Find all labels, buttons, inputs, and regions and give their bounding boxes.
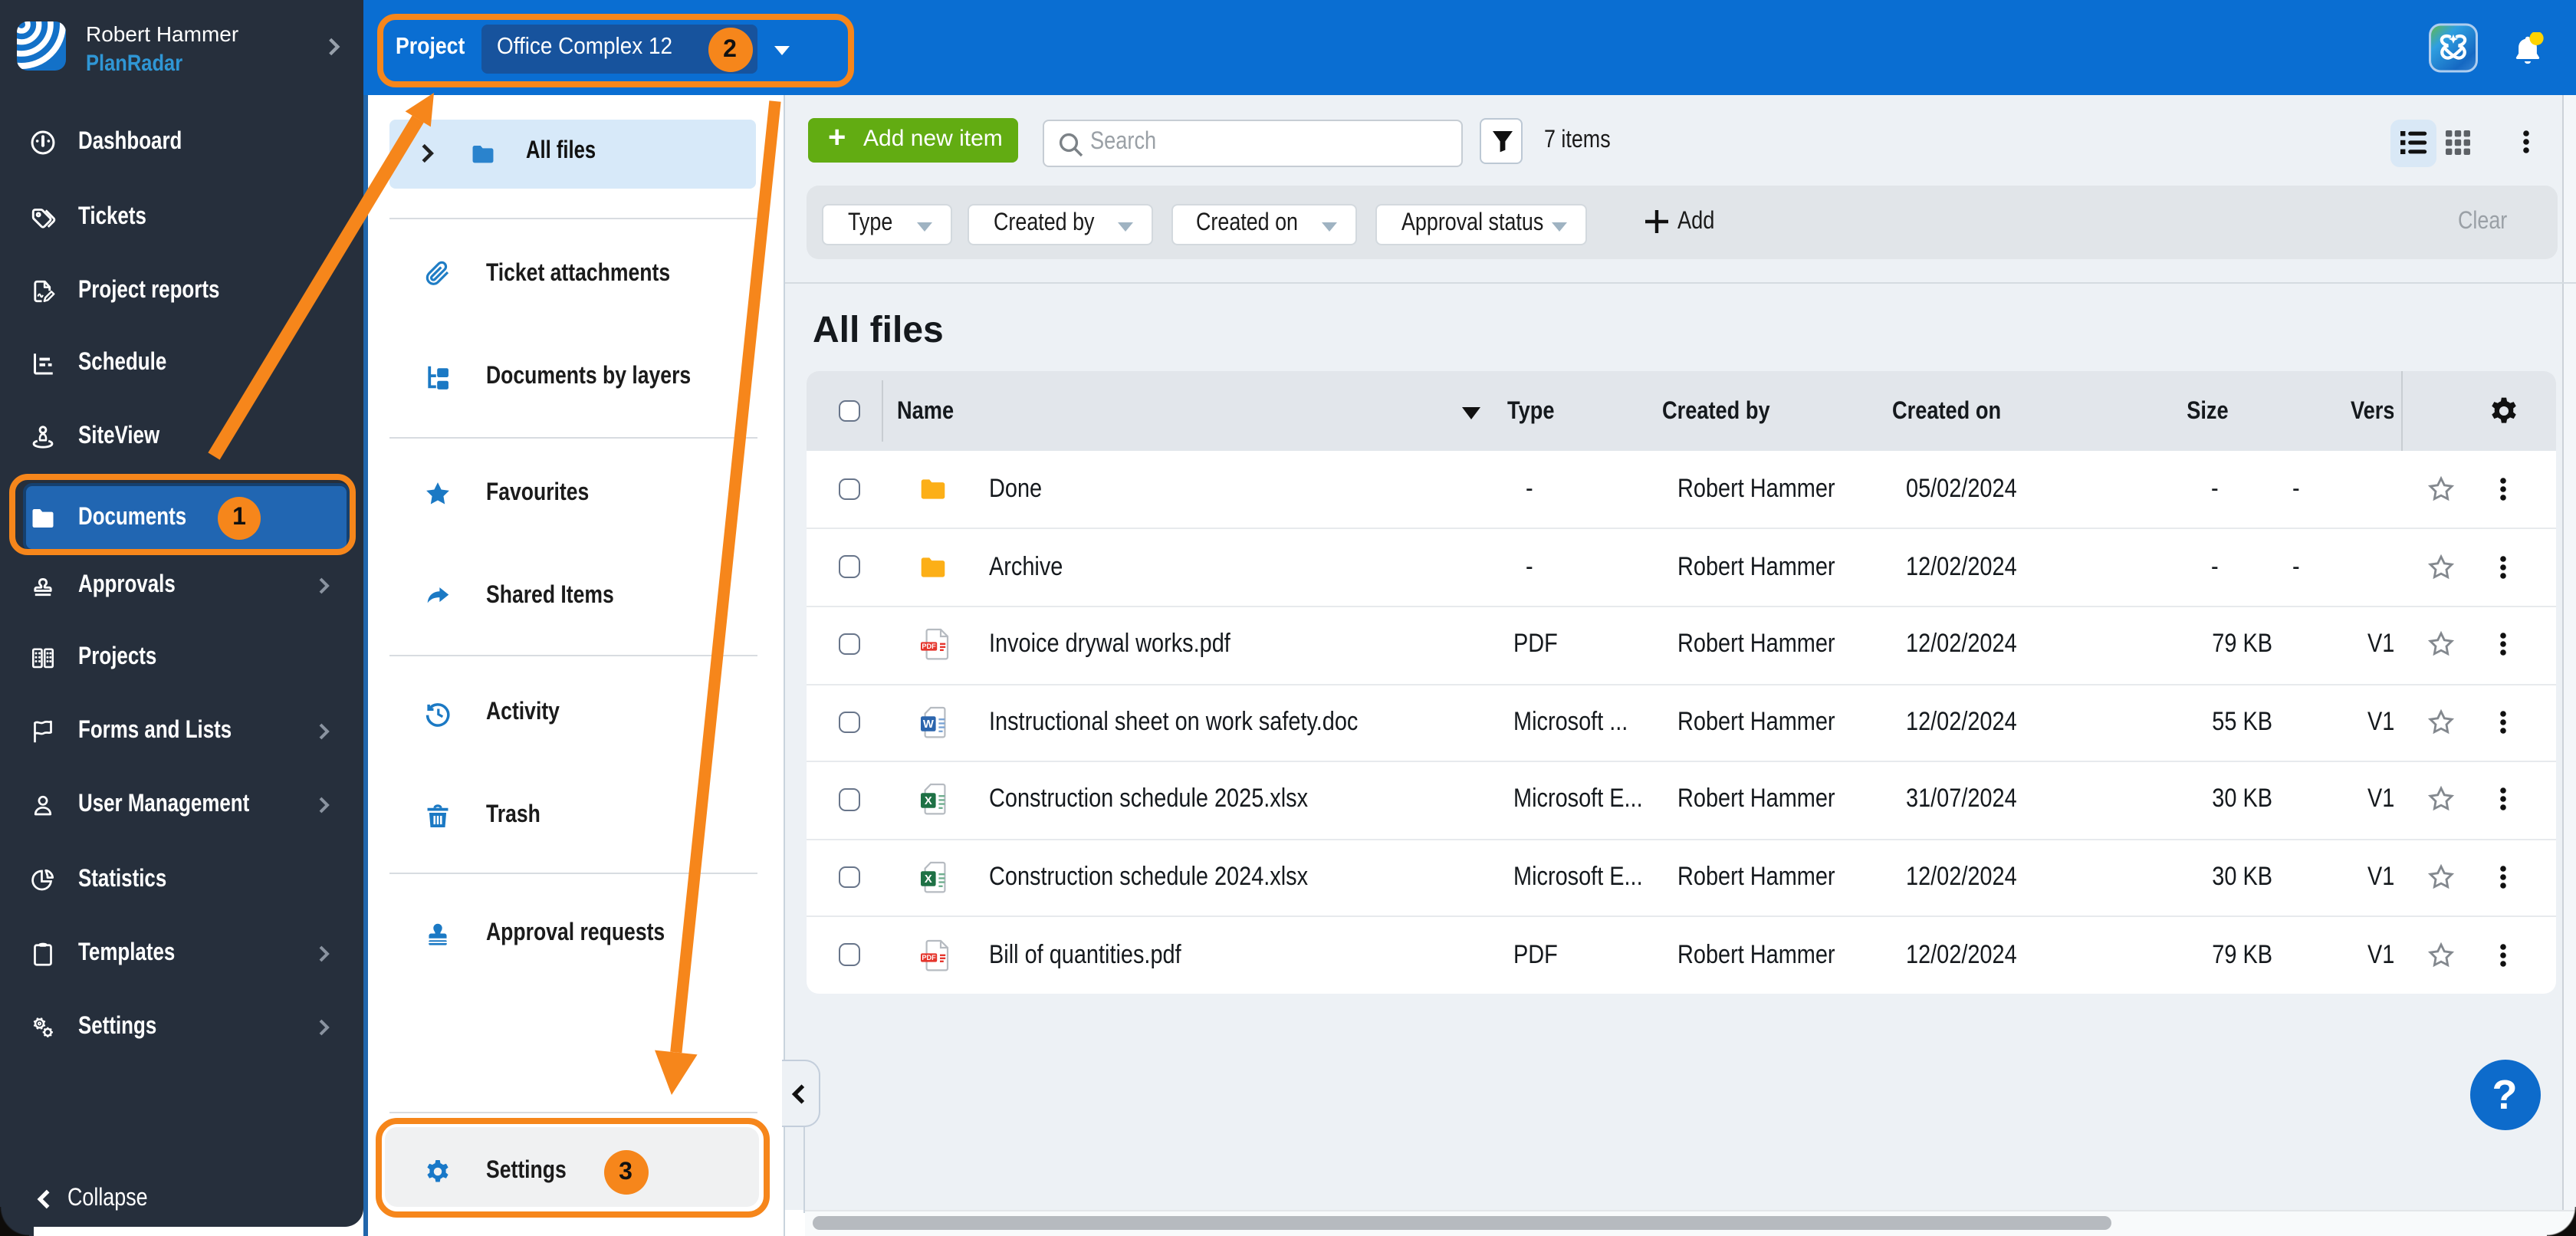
svg-text:PDF: PDF xyxy=(922,954,936,962)
svg-text:X: X xyxy=(925,796,932,808)
svg-text:X: X xyxy=(925,873,932,886)
svg-text:W: W xyxy=(923,718,934,730)
svg-text:PDF: PDF xyxy=(922,643,936,650)
